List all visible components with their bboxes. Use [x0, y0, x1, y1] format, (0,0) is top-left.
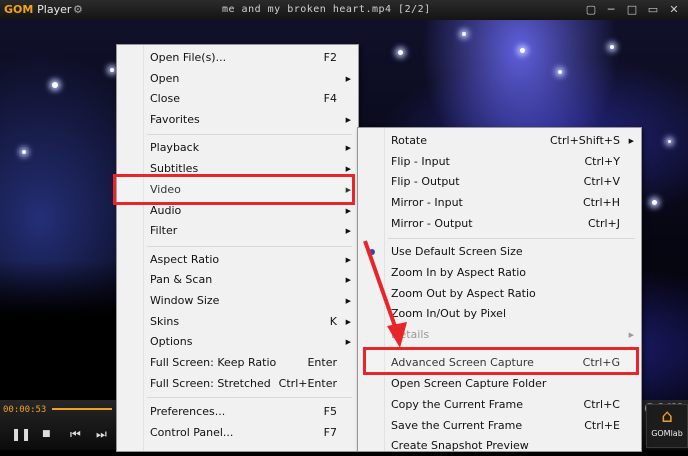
arrow-head — [387, 322, 407, 348]
arrow-shaft — [363, 240, 399, 333]
annotation-arrow — [363, 240, 407, 348]
